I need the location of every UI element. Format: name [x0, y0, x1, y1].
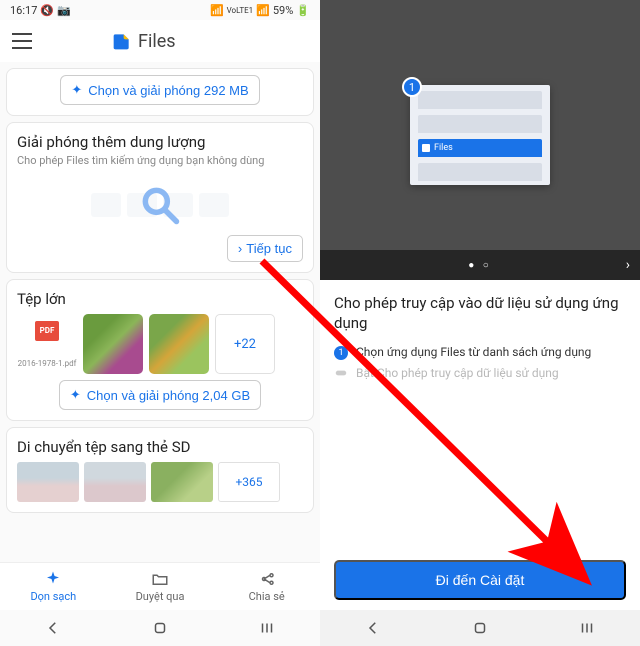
menu-button[interactable]: [12, 31, 32, 51]
step-1-text: Chọn ứng dụng Files từ danh sách ứng dụn…: [356, 345, 591, 359]
carousel-next-icon[interactable]: ›: [626, 257, 630, 273]
sparkle-icon: ✦: [70, 387, 81, 403]
pdf-filename: 2016-1978-1.pdf: [18, 359, 77, 368]
illus-app-name: Files: [434, 143, 453, 153]
sd-thumb-1[interactable]: [17, 462, 79, 502]
magnifier-icon: [138, 183, 182, 227]
card-move-sd: Di chuyển tệp sang thẻ SD +365: [6, 427, 314, 513]
nav-share[interactable]: Chia sẻ: [213, 563, 320, 610]
nav-clean[interactable]: Dọn sạch: [0, 563, 107, 610]
status-time: 16:17: [10, 4, 37, 17]
thumb-pdf[interactable]: PDF 2016-1978-1.pdf: [17, 314, 77, 374]
more-count: +22: [234, 337, 256, 352]
mini-files-icon: [422, 144, 430, 152]
main-content: ✦ Chọn và giải phóng 292 MB Giải phóng t…: [0, 62, 320, 562]
large-thumbs: PDF 2016-1978-1.pdf +22: [17, 314, 303, 374]
sd-thumb-3[interactable]: [151, 462, 213, 502]
nav-clean-label: Dọn sạch: [30, 590, 76, 603]
app-logo: Files: [112, 31, 176, 52]
sd-thumbs: +365: [17, 462, 303, 502]
pdf-badge: PDF: [35, 321, 59, 341]
photo-icon: 📷: [57, 4, 71, 17]
home-button[interactable]: [471, 619, 489, 637]
battery-icon: 🔋: [296, 4, 310, 17]
sparkle-icon: [44, 570, 62, 588]
permission-title: Cho phép truy cập vào dữ liệu sử dụng ứn…: [334, 294, 626, 333]
wifi-icon: 📶: [210, 4, 224, 17]
volume-icon: 🔇: [40, 4, 54, 17]
card-clean-top: ✦ Chọn và giải phóng 292 MB: [6, 68, 314, 116]
files-logo-icon: [112, 31, 132, 51]
recents-button[interactable]: [578, 619, 596, 637]
step-1-badge: 1: [334, 346, 348, 360]
nav-share-label: Chia sẻ: [249, 590, 285, 603]
thumb-more[interactable]: +22: [215, 314, 275, 374]
battery-text: 59%: [273, 4, 293, 17]
permission-illustration: 1 Files: [320, 20, 640, 250]
illus-app-list: 1 Files: [410, 85, 550, 185]
step-2-text: Bật Cho phép truy cập dữ liệu sử dụng: [356, 366, 559, 380]
toggle-icon: [334, 366, 348, 380]
thumb-photo-2[interactable]: [149, 314, 209, 374]
illus-step-badge: 1: [402, 77, 422, 97]
system-nav: [0, 610, 320, 646]
volte-icon: VoLTE1: [227, 6, 254, 15]
app-header: Files: [0, 20, 320, 62]
sd-title: Di chuyển tệp sang thẻ SD: [17, 438, 303, 456]
free-title: Giải phóng thêm dung lượng: [17, 133, 303, 151]
share-icon: [258, 570, 276, 588]
bottom-nav: Dọn sạch Duyệt qua Chia sẻ: [0, 562, 320, 610]
permission-step-2: Bật Cho phép truy cập dữ liệu sử dụng: [334, 366, 626, 380]
illus-highlighted-row: Files: [418, 139, 542, 157]
carousel-dots: ● ○: [468, 260, 492, 271]
chevron-right-icon: ›: [238, 241, 242, 256]
app-name: Files: [138, 31, 176, 52]
clean-button-top[interactable]: ✦ Chọn và giải phóng 292 MB: [60, 75, 259, 105]
card-free-space: Giải phóng thêm dung lượng Cho phép File…: [6, 122, 314, 273]
home-button[interactable]: [151, 619, 169, 637]
nav-browse[interactable]: Duyệt qua: [107, 563, 214, 610]
free-illustration: [17, 175, 303, 235]
permission-content: Cho phép truy cập vào dữ liệu sử dụng ứn…: [320, 280, 640, 560]
clean-large-label: Chọn và giải phóng 2,04 GB: [87, 388, 250, 403]
cta-label: Đi đến Cài đặt: [436, 572, 525, 588]
sd-thumb-2[interactable]: [84, 462, 146, 502]
sd-more-count: +365: [235, 475, 262, 489]
carousel-indicator: ● ○ ›: [320, 250, 640, 280]
permission-step-1: 1 Chọn ứng dụng Files từ danh sách ứng d…: [334, 345, 626, 360]
signal-icon: 📶: [256, 4, 270, 17]
continue-label: Tiếp tục: [246, 241, 292, 256]
clean-large-button[interactable]: ✦ Chọn và giải phóng 2,04 GB: [59, 380, 261, 410]
continue-button[interactable]: › Tiếp tục: [227, 235, 303, 262]
sparkle-icon: ✦: [71, 82, 82, 98]
free-subtitle: Cho phép Files tìm kiếm ứng dụng bạn khô…: [17, 154, 303, 167]
large-title: Tệp lớn: [17, 290, 303, 308]
sd-thumb-more[interactable]: +365: [218, 462, 280, 502]
back-button[interactable]: [364, 619, 382, 637]
card-large-files: Tệp lớn PDF 2016-1978-1.pdf +22 ✦ Chọn v…: [6, 279, 314, 421]
go-to-settings-button[interactable]: Đi đến Cài đặt: [334, 560, 626, 600]
nav-browse-label: Duyệt qua: [136, 590, 185, 603]
status-bar-right: [320, 0, 640, 20]
left-screen: 16:17 🔇 📷 📶 VoLTE1 📶 59% 🔋 Files ✦ Chọn …: [0, 0, 320, 646]
thumb-photo-1[interactable]: [83, 314, 143, 374]
system-nav-right: [320, 610, 640, 646]
status-bar: 16:17 🔇 📷 📶 VoLTE1 📶 59% 🔋: [0, 0, 320, 20]
folder-icon: [151, 570, 169, 588]
back-button[interactable]: [44, 619, 62, 637]
clean-button-label: Chọn và giải phóng 292 MB: [88, 83, 248, 98]
right-screen: 1 Files ● ○ › Cho phép truy cập vào dữ l…: [320, 0, 640, 646]
recents-button[interactable]: [258, 619, 276, 637]
